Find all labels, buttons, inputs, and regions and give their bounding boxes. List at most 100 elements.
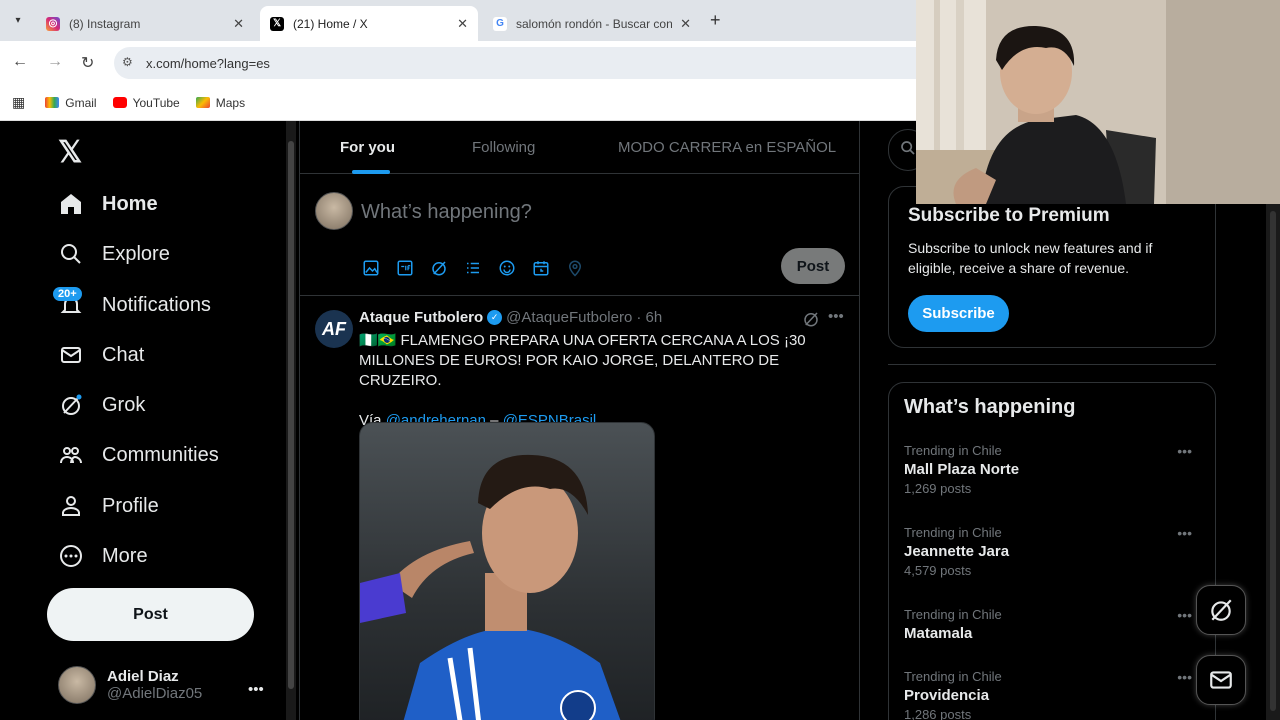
right-sidebar: Subscribe to Premium Subscribe to unlock… [888, 121, 1228, 720]
search-icon [58, 241, 84, 267]
tab-x-home[interactable]: 𝕏 (21) Home / X ✕ [260, 6, 478, 41]
feed-tabs: For you Following MODO CARRERA en ESPAÑO… [300, 121, 859, 174]
sidebar-item-communities[interactable]: Communities [58, 435, 219, 475]
bookmark-maps[interactable]: Maps [195, 95, 246, 110]
trend-more-icon[interactable]: ••• [1177, 443, 1192, 459]
trend-posts: 1,269 posts [904, 481, 972, 496]
tweet-media-image[interactable] [359, 422, 655, 720]
new-tab-button[interactable]: + [710, 10, 721, 31]
trend-topic: Jeannette Jara [904, 543, 1010, 560]
tab-for-you[interactable]: For you [340, 139, 395, 156]
messages-floating-button[interactable] [1196, 655, 1246, 705]
sidebar-item-chat[interactable]: Chat [58, 335, 144, 375]
tab-search-button[interactable]: ▾ [8, 10, 28, 30]
trend-more-icon[interactable]: ••• [1177, 669, 1192, 685]
divider [888, 364, 1216, 365]
gif-icon[interactable] [396, 259, 430, 277]
grok-floating-button[interactable] [1196, 585, 1246, 635]
apps-grid-icon[interactable]: ▦ [12, 94, 25, 111]
post-button[interactable]: Post [47, 588, 254, 641]
site-settings-icon[interactable]: ⚙ [122, 55, 133, 69]
media-icon[interactable] [362, 259, 396, 277]
tab-instagram[interactable]: ◎ (8) Instagram ✕ [36, 6, 254, 41]
tab-google-search[interactable]: G salomón rondón - Buscar con G ✕ [483, 6, 701, 41]
grok-icon [58, 392, 84, 418]
scrollbar-thumb[interactable] [288, 141, 294, 689]
close-tab-icon[interactable]: ✕ [457, 16, 468, 32]
tab-following[interactable]: Following [472, 139, 535, 156]
gmail-icon [45, 97, 60, 108]
sidebar-item-more[interactable]: More [58, 536, 148, 576]
bookmark-gmail[interactable]: Gmail [45, 95, 97, 110]
trend-more-icon[interactable]: ••• [1177, 607, 1192, 623]
sidebar-item-grok[interactable]: Grok [58, 385, 145, 425]
sidebar-item-label: Grok [102, 393, 146, 416]
scrollbar-thumb[interactable] [1270, 211, 1276, 711]
trend-more-icon[interactable]: ••• [1177, 525, 1192, 541]
avatar [315, 192, 353, 230]
trend-posts: 1,286 posts [904, 707, 972, 720]
bookmark-youtube[interactable]: YouTube [112, 95, 180, 110]
tab-title: (21) Home / X [293, 16, 368, 31]
sidebar-item-label: Explore [102, 242, 170, 265]
tweet-time[interactable]: · 6h [636, 309, 662, 326]
tweet-more-icon[interactable]: ••• [828, 308, 844, 325]
x-icon: 𝕏 [270, 16, 284, 31]
account-more-icon[interactable]: ••• [248, 681, 264, 698]
trend-item[interactable]: Trending in Chile Mall Plaza Norte 1,269… [904, 443, 1204, 496]
tweet[interactable]: AF Ataque Futbolero ✓ @AtaqueFutbolero ·… [300, 296, 859, 720]
bookmark-label: Maps [215, 95, 246, 110]
mail-icon [58, 342, 84, 368]
sidebar-item-label: Communities [102, 443, 219, 466]
trend-context: Trending in Chile [904, 669, 1002, 684]
compose-post-button[interactable]: Post [781, 248, 845, 284]
grok-icon[interactable] [430, 259, 464, 277]
compose-box: What’s happening? Post [300, 174, 859, 296]
trend-posts: 4,579 posts [904, 563, 972, 578]
forward-icon[interactable]: → [47, 53, 63, 71]
trend-item[interactable]: Trending in Chile Matamala ••• [904, 607, 1204, 642]
sidebar-item-explore[interactable]: Explore [58, 234, 170, 274]
grok-explain-icon[interactable] [802, 310, 820, 333]
tweet-author-handle[interactable]: @AtaqueFutbolero [506, 309, 632, 326]
subscribe-button[interactable]: Subscribe [908, 295, 1009, 332]
bookmark-label: YouTube [132, 95, 180, 110]
trend-topic: Matamala [904, 625, 973, 642]
tab-title: salomón rondón - Buscar con G [516, 16, 673, 31]
more-circle-icon [58, 543, 84, 569]
account-name: Adiel Diaz [107, 668, 179, 685]
back-icon[interactable]: ← [12, 53, 28, 71]
search-icon [900, 140, 916, 161]
sidebar-item-profile[interactable]: Profile [58, 486, 159, 526]
bookmark-label: Gmail [65, 95, 97, 110]
emoji-icon[interactable] [498, 259, 532, 277]
url-field[interactable]: ⚙ x.com/home?lang=es [114, 47, 934, 79]
youtube-icon [112, 97, 127, 108]
url-text: x.com/home?lang=es [146, 55, 270, 71]
account-switcher[interactable]: Adiel Diaz @AdielDiaz05 [58, 666, 202, 704]
poll-icon[interactable] [464, 259, 498, 277]
whats-happening-card: What’s happening Trending in Chile Mall … [888, 382, 1216, 720]
profile-icon [58, 493, 84, 519]
tab-title: (8) Instagram [69, 16, 141, 31]
schedule-icon[interactable] [532, 259, 566, 277]
x-logo-icon[interactable]: 𝕏 [58, 135, 82, 170]
close-tab-icon[interactable]: ✕ [680, 16, 691, 32]
compose-input[interactable]: What’s happening? [361, 201, 532, 224]
tweet-author-avatar[interactable]: AF [315, 310, 353, 348]
grok-icon [1211, 599, 1232, 621]
trend-item[interactable]: Trending in Chile Providencia 1,286 post… [904, 669, 1204, 720]
sidebar-item-label: Home [102, 192, 158, 215]
close-tab-icon[interactable]: ✕ [233, 16, 244, 32]
tab-modo-carrera[interactable]: MODO CARRERA en ESPAÑOL [618, 139, 836, 156]
reload-icon[interactable]: ↻ [81, 53, 94, 73]
scrollbar[interactable] [286, 121, 296, 720]
scrollbar[interactable] [1266, 121, 1280, 720]
location-icon[interactable] [566, 259, 600, 277]
sidebar-item-home[interactable]: Home [58, 184, 158, 224]
trend-item[interactable]: Trending in Chile Jeannette Jara 4,579 p… [904, 525, 1204, 578]
tweet-author-name[interactable]: Ataque Futbolero [359, 309, 483, 326]
trend-context: Trending in Chile [904, 443, 1002, 458]
notifications-badge: 20+ [53, 287, 82, 301]
main-feed: For you Following MODO CARRERA en ESPAÑO… [299, 121, 860, 720]
